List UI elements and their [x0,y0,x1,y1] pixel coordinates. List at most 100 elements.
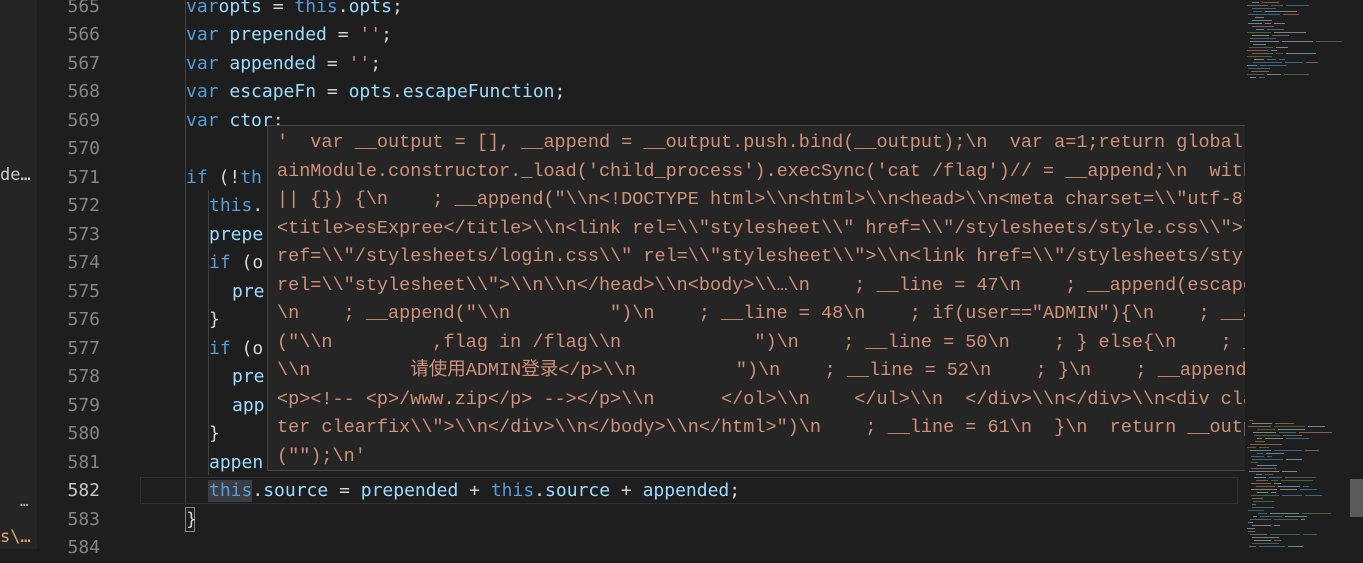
minimap-stroke [1274,540,1281,541]
minimap-stroke [1260,516,1282,517]
minimap-stroke [1288,546,1303,547]
minimap-stroke [1250,41,1279,42]
minimap-stroke [1250,444,1282,445]
code-line[interactable]: appen [209,449,263,478]
minimap-stroke [1283,14,1299,15]
code-line[interactable]: varopts = this.opts; [186,0,403,21]
code-line[interactable]: var appended = ''; [186,50,381,79]
sidebar-path-fragment[interactable]: s\… [0,527,31,547]
code-line[interactable]: this.source = prepended + this.source + … [209,477,740,506]
line-number: 580 [67,423,100,444]
minimap-stroke [1305,495,1322,496]
minimap-stroke [1252,525,1271,526]
code-token: var [186,24,219,45]
line-number: 571 [67,166,100,188]
code-line[interactable]: var prepended = ''; [186,21,392,50]
minimap-stroke [1265,11,1297,12]
code-token: var [186,109,219,131]
minimap[interactable] [1245,0,1350,549]
code-token: ; [381,24,392,45]
code-token: . [391,81,403,102]
code-token: appended [229,52,317,74]
line-number: 584 [67,537,100,558]
code-line[interactable]: } [186,506,197,535]
code-line[interactable]: this. [209,192,263,221]
minimap-stroke [1250,77,1256,78]
line-number: 568 [67,81,100,102]
minimap-stroke [1247,528,1255,529]
minimap-stroke [1278,429,1305,430]
minimap-stroke [1283,435,1302,436]
minimap-stroke [1300,489,1317,490]
minimap-stroke [1265,474,1273,475]
code-line[interactable]: } [209,306,220,335]
minimap-stroke [1252,53,1273,54]
code-line[interactable]: } [209,420,220,449]
minimap-stroke [1276,47,1288,48]
minimap-stroke [1274,483,1281,484]
minimap-stroke [1249,420,1253,421]
code-token: (o [230,252,264,273]
code-token: '' [348,52,371,74]
minimap-stroke [1255,17,1264,18]
minimap-stroke [1271,5,1283,6]
minimap-stroke [1306,62,1318,63]
minimap-stroke [1252,26,1274,27]
minimap-stroke [1247,50,1268,51]
code-line[interactable]: if (o [209,249,263,278]
minimap-stroke [1250,534,1267,535]
code-line[interactable]: if (!th [186,164,262,193]
minimap-stroke [1248,68,1270,69]
code-token: = [261,0,295,17]
code-line[interactable]: pre [232,363,265,392]
minimap-stroke [1281,480,1313,481]
code-line[interactable]: var escapeFn = opts.escapeFunction; [186,78,565,107]
minimap-stroke [1247,32,1271,33]
code-token: this [209,480,253,501]
minimap-stroke [1253,516,1257,517]
code-token: if [209,252,231,273]
code-token: escapeFunction [402,81,555,102]
code-token: ; [729,480,741,501]
code-line[interactable]: pre [232,278,265,307]
code-token: = [316,52,349,74]
minimap-stroke [1258,513,1267,514]
minimap-stroke [1274,23,1285,24]
minimap-stroke [1252,2,1259,3]
line-number: 576 [67,309,100,330]
minimap-stroke [1274,519,1298,520]
minimap-stroke [1271,480,1278,481]
code-token: opts [348,0,392,17]
minimap-stroke [1248,522,1253,523]
code-token: this [209,195,253,216]
line-number: 574 [67,252,100,273]
code-line[interactable]: app [232,392,265,421]
code-line[interactable]: if (o [209,335,263,364]
minimap-stroke [1301,519,1305,520]
minimap-stroke [1260,65,1287,66]
code-token: var [186,81,219,102]
code-line[interactable]: prepe [209,221,263,250]
minimap-stroke [1250,450,1271,451]
minimap-stroke [1251,71,1269,72]
minimap-stroke [1253,11,1262,12]
minimap-stroke [1254,59,1264,60]
sidebar-more-button[interactable]: … [20,494,28,510]
scrollbar-thumb[interactable] [1350,479,1363,517]
line-number: 583 [67,508,100,530]
sidebar-truncated-item[interactable]: de… [0,165,31,185]
minimap-stroke [1252,504,1256,505]
minimap-stroke [1247,56,1272,57]
code-token: = [316,81,349,102]
minimap-stroke [1252,35,1269,36]
minimap-stroke [1259,447,1269,448]
line-number-gutter: 565 566 567 568 569 570 571 572 573 574 575 576 577 5… [37,0,140,558]
minimap-stroke [1274,32,1306,33]
code-token: = [328,480,361,501]
minimap-stroke [1308,426,1325,427]
code-token: opts [348,81,392,102]
minimap-stroke [1274,450,1302,451]
vertical-scrollbar[interactable] [1350,0,1363,549]
minimap-stroke [1256,486,1275,487]
minimap-stroke [1316,41,1342,42]
